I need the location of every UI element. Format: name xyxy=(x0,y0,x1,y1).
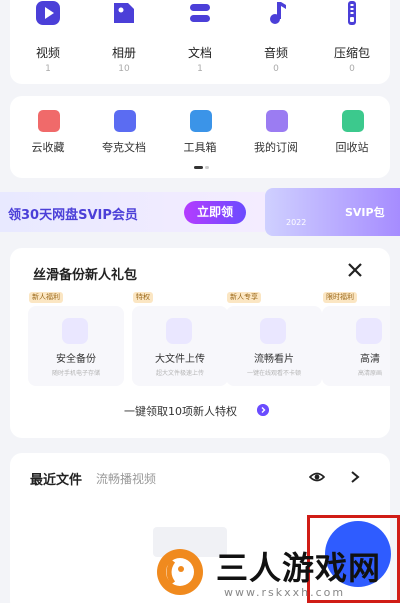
category-label: 音频 xyxy=(263,46,288,60)
gift-sub: 超大文件极速上传 xyxy=(155,370,204,377)
tool-label: 我的订阅 xyxy=(254,141,298,154)
gift-tag: 新人福利 xyxy=(29,292,63,303)
gift-tag: 新人专享 xyxy=(227,292,261,303)
backup-icon xyxy=(62,318,88,344)
banner-svip-badge: SVIP包 xyxy=(345,206,385,219)
tool-label: 云收藏 xyxy=(31,141,65,154)
banner-text: 领30天网盘SVIP会员 xyxy=(8,208,138,223)
category-count: 0 xyxy=(349,64,355,74)
gift-item-upload[interactable]: 特权 大文件上传 超大文件极速上传 xyxy=(132,292,228,386)
toolbox-icon xyxy=(190,110,212,132)
watermark-url: www.rskxxh.com xyxy=(224,586,346,599)
category-audio[interactable]: 音频 0 xyxy=(238,0,314,84)
gift-label: 高清 xyxy=(360,354,380,365)
category-count: 1 xyxy=(45,64,51,74)
hd-icon xyxy=(356,318,382,344)
tool-label: 夸克文档 xyxy=(102,141,146,154)
tool-recycle-bin[interactable]: 回收站 xyxy=(314,96,390,178)
document-icon xyxy=(190,4,210,22)
upload-icon xyxy=(166,318,192,344)
play-icon xyxy=(36,1,60,25)
subscription-icon xyxy=(266,110,288,132)
watermark-logo-icon xyxy=(157,549,203,595)
gift-tag: 特权 xyxy=(133,292,153,303)
trash-icon xyxy=(342,110,364,132)
gift-box: 大文件上传 超大文件极速上传 xyxy=(132,306,228,386)
gift-label: 大文件上传 xyxy=(155,354,205,365)
zip-icon xyxy=(348,1,356,25)
category-label: 相册 xyxy=(111,46,136,60)
category-photos[interactable]: 相册 10 xyxy=(86,0,162,84)
gift-card: 丝滑备份新人礼包 新人福利 安全备份 随时手机电子存储 特权 大文件上传 超大文… xyxy=(10,248,390,438)
music-note-icon xyxy=(270,2,286,24)
category-count: 0 xyxy=(273,64,279,74)
claim-all-link[interactable]: 一键领取10项新人特权 xyxy=(124,403,237,419)
category-label: 文档 xyxy=(187,46,212,60)
tool-cloud-favorites[interactable]: 云收藏 xyxy=(10,96,86,178)
gift-sub: 随时手机电子存储 xyxy=(51,370,100,377)
category-card: 视频 1 相册 10 文档 1 音频 0 压缩包 0 xyxy=(10,0,390,84)
tools-card: 云收藏 夸克文档 工具箱 我的订阅 回收站 xyxy=(10,96,390,178)
gift-box: 流畅看片 一键在线观看不卡顿 xyxy=(226,306,322,386)
gift-box: 高清 高清原画 xyxy=(322,306,390,386)
category-count: 10 xyxy=(118,64,130,74)
tool-quark-docs[interactable]: 夸克文档 xyxy=(86,96,162,178)
eye-icon[interactable] xyxy=(309,469,325,485)
svip-banner[interactable]: 领30天网盘SVIP会员 立即领 SVIP包 2022 xyxy=(0,188,400,236)
gift-sub: 一键在线观看不卡顿 xyxy=(246,370,301,377)
close-icon[interactable] xyxy=(346,261,364,279)
claim-now-button[interactable]: 立即领 xyxy=(184,201,246,224)
gift-box: 安全备份 随时手机电子存储 xyxy=(28,306,124,386)
category-video[interactable]: 视频 1 xyxy=(10,0,86,84)
page-indicator xyxy=(194,166,210,170)
gift-sub: 高清原画 xyxy=(357,370,382,377)
gift-item-backup[interactable]: 新人福利 安全备份 随时手机电子存储 xyxy=(28,292,124,386)
watermark-text: 三人游戏网 xyxy=(216,549,382,587)
gift-label: 安全备份 xyxy=(56,354,96,365)
video-player-icon xyxy=(260,318,286,344)
tool-subscriptions[interactable]: 我的订阅 xyxy=(238,96,314,178)
category-archives[interactable]: 压缩包 0 xyxy=(314,0,390,84)
chevron-right-icon[interactable] xyxy=(257,404,269,416)
gift-tag: 限时福利 xyxy=(323,292,357,303)
recent-files-title: 最近文件 xyxy=(30,473,83,488)
gift-item-hd[interactable]: 限时福利 高清 高清原画 xyxy=(322,292,390,386)
recent-files-subtitle[interactable]: 流畅播视频 xyxy=(96,470,156,487)
category-count: 1 xyxy=(197,64,203,74)
tool-label: 回收站 xyxy=(335,141,369,154)
favorite-folder-icon xyxy=(38,110,60,132)
gift-title: 丝滑备份新人礼包 xyxy=(33,268,138,283)
chevron-right-icon[interactable] xyxy=(349,469,361,485)
quark-doc-icon xyxy=(114,110,136,132)
gift-label: 流畅看片 xyxy=(254,354,294,365)
tool-label: 工具箱 xyxy=(183,141,217,154)
category-label: 压缩包 xyxy=(333,46,370,60)
photo-icon xyxy=(114,3,134,23)
category-documents[interactable]: 文档 1 xyxy=(162,0,238,84)
gift-item-streaming[interactable]: 新人专享 流畅看片 一键在线观看不卡顿 xyxy=(226,292,322,386)
category-label: 视频 xyxy=(35,46,60,60)
banner-year: 2022 xyxy=(286,218,307,227)
